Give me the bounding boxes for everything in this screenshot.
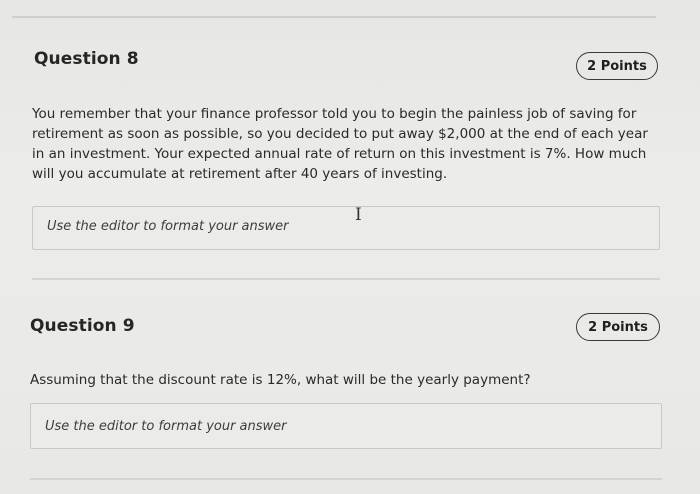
quiz-page: Question 8 2 Points You remember that yo… <box>0 0 700 494</box>
question-9-points-badge: 2 Points <box>576 313 660 341</box>
question-8-answer-placeholder: Use the editor to format your answer <box>47 219 289 234</box>
question-9-answer-placeholder: Use the editor to format your answer <box>45 419 287 434</box>
top-divider <box>12 16 656 18</box>
text-cursor-icon: I <box>355 205 362 225</box>
question-8-title: Question 8 <box>34 49 139 69</box>
question-9-text: Assuming that the discount rate is 12%, … <box>30 372 531 388</box>
bottom-divider <box>30 478 662 480</box>
question-9-title: Question 9 <box>30 316 135 336</box>
question-8-points-badge: 2 Points <box>576 52 658 80</box>
question-divider <box>32 278 660 280</box>
question-8-answer-editor[interactable]: Use the editor to format your answer I <box>32 205 660 250</box>
question-9-answer-editor[interactable]: Use the editor to format your answer <box>30 403 662 449</box>
question-8-text: You remember that your finance professor… <box>32 106 648 182</box>
